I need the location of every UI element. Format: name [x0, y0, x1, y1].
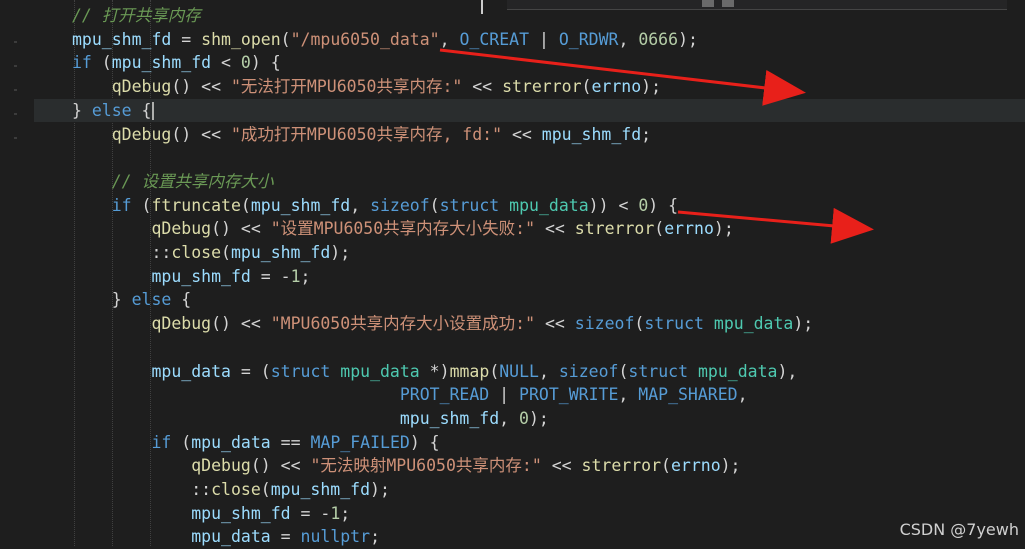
watermark: CSDN @7yewh	[899, 520, 1019, 539]
arrow-annotation	[677, 207, 874, 244]
arrow-annotation	[439, 48, 806, 106]
annotation-arrows	[439, 48, 874, 244]
